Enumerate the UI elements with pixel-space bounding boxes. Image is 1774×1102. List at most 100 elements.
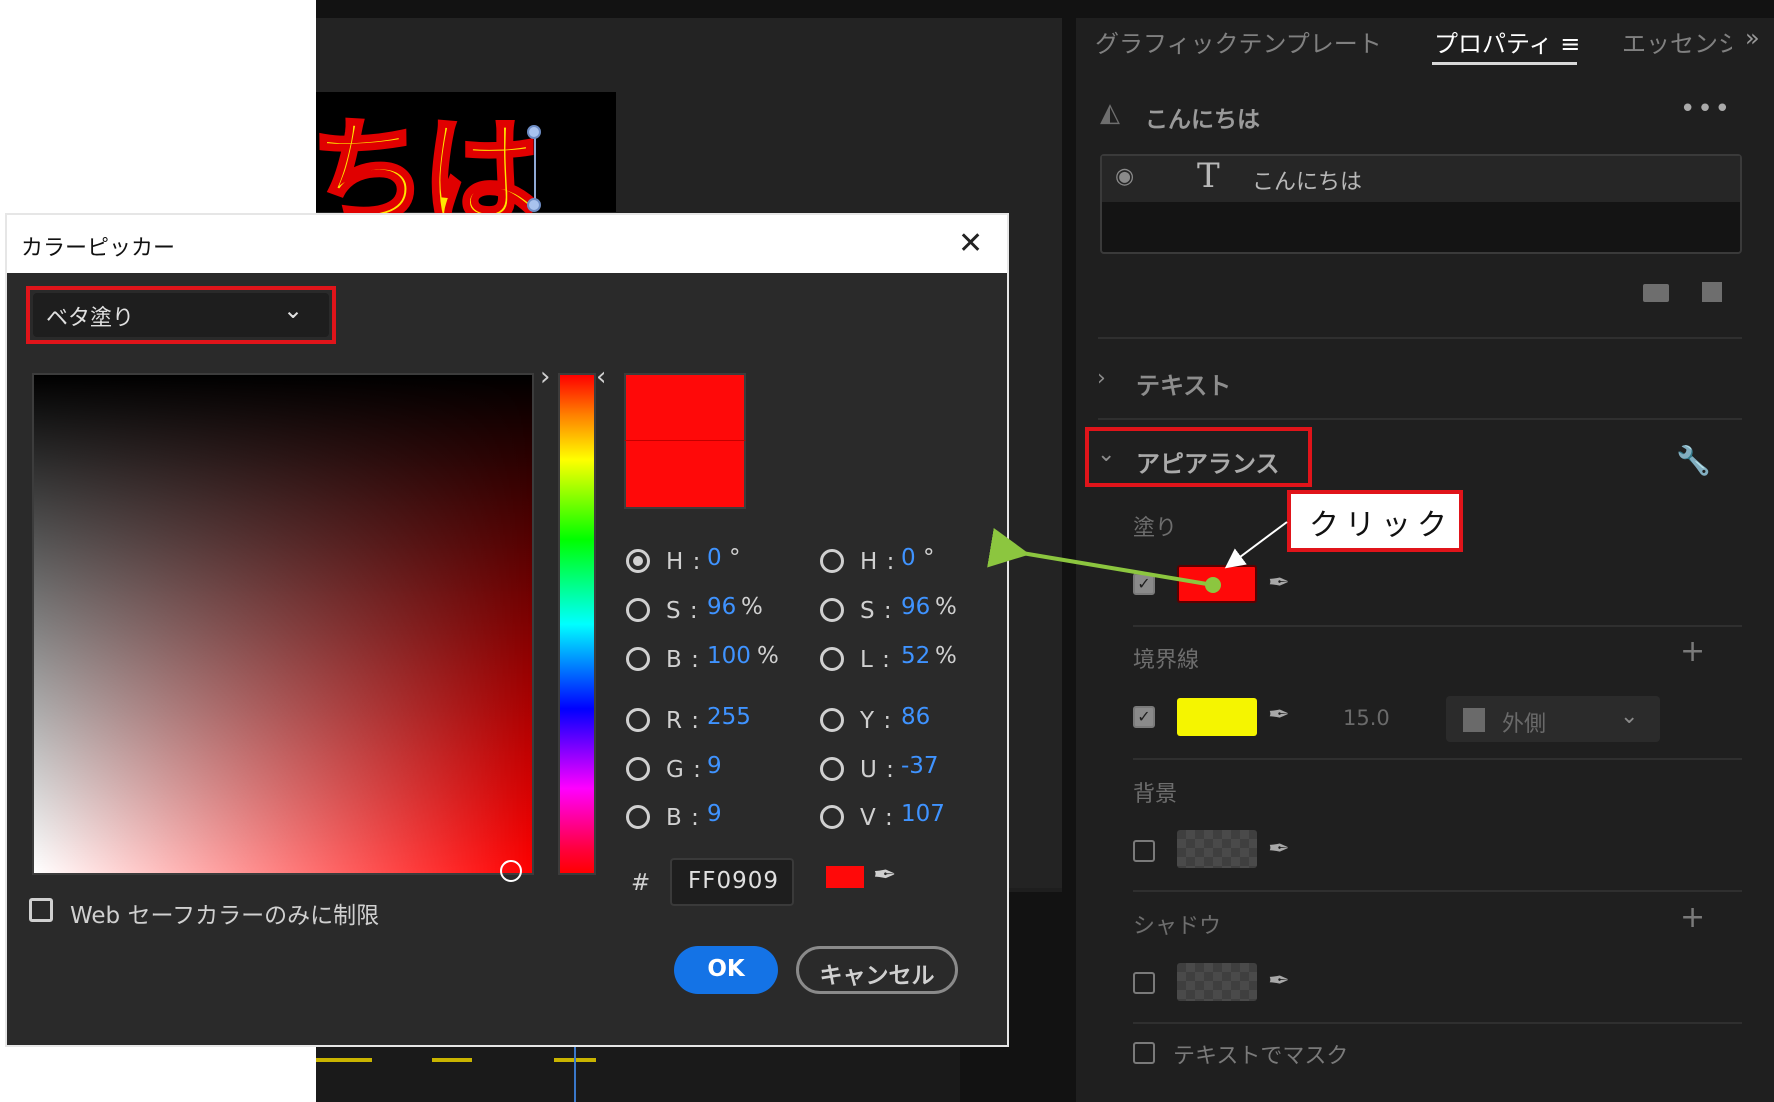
radio-hsb-b[interactable] <box>626 647 650 671</box>
websafe-label: Web セーフカラーのみに制限 <box>70 903 380 929</box>
clip-marker <box>316 1058 372 1062</box>
radio-rgb-r[interactable] <box>626 708 650 732</box>
unit: ° <box>923 545 935 571</box>
rgb-b-value[interactable]: 9 <box>707 801 722 827</box>
hue-slider-right-arrow-icon[interactable]: ‹ <box>596 362 606 392</box>
stroke-checkbox[interactable]: ✓ <box>1133 706 1155 728</box>
yuv-y-value[interactable]: 86 <box>901 704 930 730</box>
stroke-label: 境界線 <box>1133 648 1200 673</box>
hsl-l-value[interactable]: 52 <box>901 643 930 669</box>
ok-button-label: OK <box>707 956 745 982</box>
new-color-swatch <box>624 373 746 441</box>
panel-divider[interactable] <box>1062 18 1076 1102</box>
text-layer-icon: T <box>1197 156 1220 196</box>
eyedropper-icon[interactable]: ✒ <box>873 858 896 891</box>
transform-handle[interactable] <box>527 198 541 212</box>
fill-label: 塗り <box>1133 516 1178 541</box>
callout-text: クリック <box>1309 508 1453 543</box>
eyedropper-icon[interactable]: ✒ <box>1268 834 1290 864</box>
saturation-brightness-gradient[interactable] <box>34 375 532 873</box>
tab-essential[interactable]: エッセンシ <box>1622 24 1732 59</box>
eye-icon[interactable]: ◉ <box>1115 164 1134 189</box>
radio-hsl-l[interactable] <box>820 647 844 671</box>
stroke-width-value[interactable]: 15.0 <box>1343 706 1390 730</box>
section-text[interactable]: テキスト <box>1136 366 1231 401</box>
more-options-icon[interactable]: ••• <box>1680 94 1732 124</box>
transform-handle[interactable] <box>527 125 541 139</box>
hsb-h-value[interactable]: 0 <box>707 545 722 571</box>
tab-properties[interactable]: プロパティ ≡ <box>1434 24 1580 59</box>
add-shadow-icon[interactable]: + <box>1680 900 1705 935</box>
highlight-box <box>1085 427 1312 487</box>
folder-icon[interactable] <box>1643 284 1669 302</box>
add-stroke-icon[interactable]: + <box>1680 634 1705 669</box>
cancel-button-label: キャンセル <box>819 963 935 989</box>
rgb-r-value[interactable]: 255 <box>707 704 751 730</box>
hamburger-menu-icon[interactable]: ≡ <box>1560 30 1580 58</box>
radio-hsl-h[interactable] <box>820 549 844 573</box>
color-marker[interactable] <box>500 860 522 882</box>
rgb-g-value[interactable]: 9 <box>707 753 722 779</box>
background-checkbox[interactable] <box>1133 840 1155 862</box>
hsb-s-value[interactable]: 96 <box>707 594 736 620</box>
hue-slider[interactable] <box>558 373 596 875</box>
divider <box>1133 1022 1742 1024</box>
radio-yuv-y[interactable] <box>820 708 844 732</box>
radio-hsb-s[interactable] <box>626 598 650 622</box>
close-icon[interactable]: ✕ <box>958 226 983 261</box>
current-color-swatch[interactable] <box>624 441 746 509</box>
unit: % <box>935 643 957 669</box>
fill-color-swatch[interactable] <box>1177 565 1257 603</box>
radio-hsb-h[interactable] <box>626 549 650 573</box>
radio-hsl-s[interactable] <box>820 598 844 622</box>
hue-slider-left-arrow-icon[interactable]: › <box>540 362 550 392</box>
eyedropper-icon[interactable]: ✒ <box>1268 568 1290 598</box>
yuv-v-value[interactable]: 107 <box>901 801 945 827</box>
unit: % <box>757 643 779 669</box>
chevron-right-icon[interactable]: › <box>1097 366 1106 391</box>
hsl-h-value[interactable]: 0 <box>901 545 916 571</box>
stroke-color-swatch[interactable] <box>1177 698 1257 736</box>
playhead[interactable] <box>574 1040 576 1102</box>
bounding-box-edge <box>534 132 536 207</box>
field-label: S : <box>666 598 699 624</box>
hsb-b-value[interactable]: 100 <box>707 643 751 669</box>
hsl-s-value[interactable]: 96 <box>901 594 930 620</box>
field-label: V : <box>860 805 894 831</box>
field-label: L : <box>860 647 891 673</box>
hex-value: FF0909 <box>688 868 779 894</box>
shadow-checkbox[interactable] <box>1133 972 1155 994</box>
overflow-chevron-icon[interactable]: » <box>1745 24 1760 52</box>
tab-graphic-templates[interactable]: グラフィックテンプレート <box>1095 24 1382 59</box>
shadow-color-swatch[interactable] <box>1177 963 1257 1001</box>
divider <box>1133 890 1742 892</box>
unit: ° <box>729 545 741 571</box>
top-strip <box>316 0 1774 18</box>
fill-checkbox[interactable]: ✓ <box>1133 573 1155 595</box>
field-label: B : <box>666 647 700 673</box>
field-label: U : <box>860 757 895 783</box>
radio-yuv-v[interactable] <box>820 805 844 829</box>
field-label: S : <box>860 598 893 624</box>
divider <box>1133 758 1742 760</box>
radio-rgb-b[interactable] <box>626 805 650 829</box>
new-layer-icon[interactable] <box>1702 282 1722 302</box>
field-label: H : <box>860 549 896 575</box>
eyedropper-icon[interactable]: ✒ <box>1268 966 1290 996</box>
divider <box>1098 337 1742 339</box>
field-label: G : <box>666 757 702 783</box>
object-title: こんにちは <box>1145 107 1260 133</box>
background-color-swatch[interactable] <box>1177 830 1257 868</box>
active-tab-underline <box>1432 62 1577 65</box>
field-label: R : <box>666 708 701 734</box>
yuv-u-value[interactable]: -37 <box>901 753 939 779</box>
field-label: Y : <box>860 708 893 734</box>
mask-checkbox[interactable] <box>1133 1042 1155 1064</box>
unit: % <box>741 594 763 620</box>
wrench-icon[interactable]: 🔧 <box>1676 444 1711 477</box>
radio-yuv-u[interactable] <box>820 757 844 781</box>
radio-rgb-g[interactable] <box>626 757 650 781</box>
eyedropper-icon[interactable]: ✒ <box>1268 700 1290 730</box>
divider <box>1133 625 1742 627</box>
websafe-checkbox[interactable] <box>29 898 53 922</box>
